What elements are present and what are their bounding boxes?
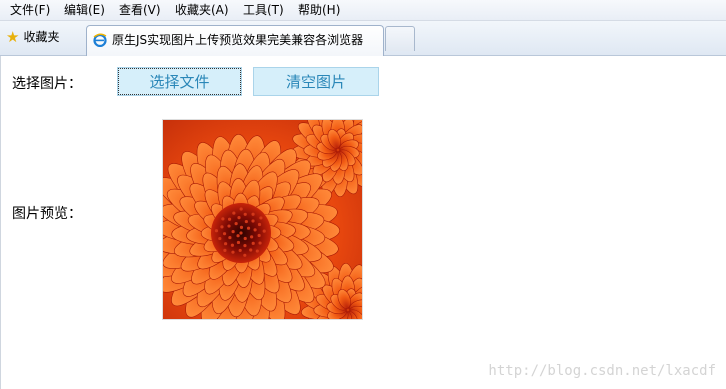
- center-dot: [251, 241, 255, 245]
- center-dot: [244, 219, 248, 224]
- center-dot: [239, 231, 243, 235]
- center-dot: [243, 212, 247, 216]
- image-preview: [162, 119, 363, 320]
- flower-image: [163, 120, 362, 319]
- center-dot: [218, 236, 222, 241]
- center-dot: [257, 233, 261, 238]
- center-dot: [232, 211, 236, 215]
- center-dot: [227, 224, 231, 228]
- center-dot: [230, 243, 234, 247]
- favorites-label: 收藏夹: [23, 30, 60, 44]
- center-dot: [251, 219, 255, 223]
- ie-icon: [93, 33, 107, 47]
- center-dot: [243, 253, 247, 257]
- menu-help[interactable]: 帮助(H): [296, 0, 342, 20]
- center-dot: [258, 241, 262, 245]
- menu-bar: 文件(F) 编辑(E) 查看(V) 收藏夹(A) 工具(T) 帮助(H): [0, 0, 726, 21]
- preview-label: 图片预览：: [12, 206, 82, 222]
- center-dot: [257, 222, 262, 227]
- center-dot: [220, 225, 224, 229]
- center-dot: [223, 242, 228, 246]
- center-dot: [228, 235, 232, 240]
- center-dot: [246, 226, 251, 230]
- center-dot: [234, 222, 238, 226]
- center-dot: [222, 232, 227, 236]
- menu-tools[interactable]: 工具(T): [241, 0, 286, 20]
- center-dot: [253, 228, 257, 232]
- center-dot: [223, 248, 227, 252]
- center-dot: [251, 212, 255, 216]
- center-dot: [239, 207, 243, 211]
- watermark-text: http://blog.csdn.net/lxacdf: [488, 363, 716, 379]
- favorites-button[interactable]: ★ 收藏夹: [6, 26, 59, 48]
- center-dot: [231, 250, 235, 254]
- center-dot: [214, 229, 219, 233]
- center-dot: [262, 229, 266, 233]
- menu-favorites[interactable]: 收藏夹(A): [173, 0, 231, 20]
- center-dot: [237, 216, 241, 220]
- menu-file[interactable]: 文件(F): [8, 0, 52, 20]
- center-dot: [238, 248, 242, 253]
- select-image-label: 选择图片：: [12, 76, 82, 92]
- center-dot: [221, 217, 225, 221]
- center-dot: [255, 249, 259, 253]
- menu-edit[interactable]: 编辑(E): [62, 0, 107, 20]
- star-icon: ★: [6, 28, 20, 46]
- center-dot: [243, 236, 247, 241]
- page-border: [0, 56, 1, 389]
- tab-title: 原生JS实现图片上传预览效果完美兼容各浏览器: [112, 33, 364, 47]
- tab-bar: ★ 收藏夹 原生JS实现图片上传预览效果完美兼容各浏览器: [0, 21, 726, 56]
- center-dot: [231, 230, 235, 234]
- tab-active[interactable]: 原生JS实现图片上传预览效果完美兼容各浏览器: [86, 25, 384, 56]
- center-dot: [250, 235, 254, 239]
- center-dot: [243, 244, 247, 248]
- center-dot: [236, 240, 241, 245]
- center-dot: [227, 217, 232, 221]
- choose-file-button[interactable]: 选择文件: [117, 67, 242, 96]
- clear-image-button[interactable]: 清空图片: [253, 67, 379, 96]
- center-dot: [259, 216, 263, 220]
- center-dot: [239, 225, 244, 229]
- center-dot: [249, 248, 253, 252]
- menu-view[interactable]: 查看(V): [117, 0, 163, 20]
- new-tab-button[interactable]: [385, 26, 415, 51]
- center-dot: [236, 234, 240, 238]
